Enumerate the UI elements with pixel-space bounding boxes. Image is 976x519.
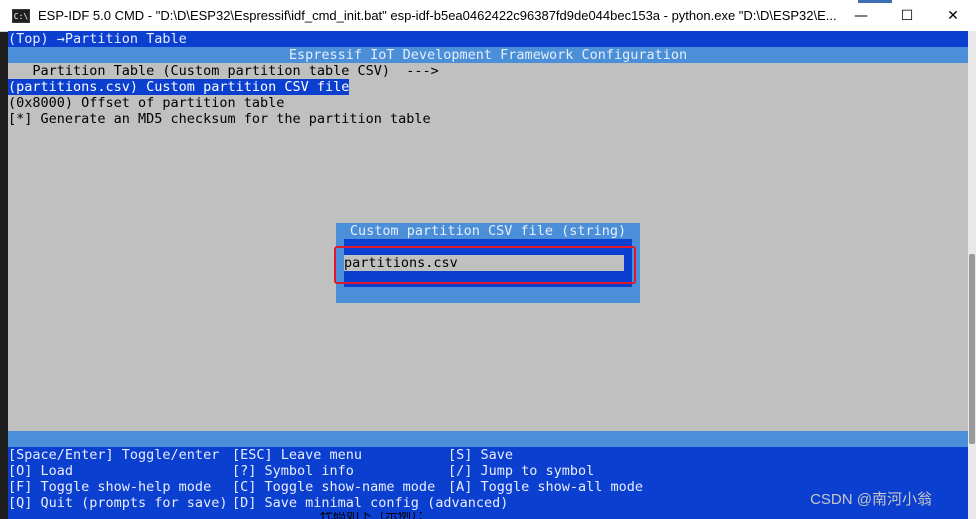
hotkey-save: [S] Save (448, 447, 514, 463)
hotkey-show-name: [C] Toggle show-name mode (232, 479, 436, 495)
page-text-below: 代码如下（示例）： (320, 512, 431, 519)
close-button[interactable]: ✕ (930, 0, 976, 31)
hotkey-save-minimal: [D] Save minimal config (advanced) (232, 495, 509, 511)
csv-filename-input[interactable] (344, 255, 624, 271)
hotkey-show-help: [F] Toggle show-help mode (8, 479, 212, 495)
maximize-button[interactable]: ☐ (884, 0, 930, 31)
menu-item-md5-checksum[interactable]: [*] Generate an MD5 checksum for the par… (8, 111, 431, 127)
string-input-dialog: Custom partition CSV file (string) (336, 223, 640, 303)
terminal[interactable]: (Top) →Partition Table Espressif IoT Dev… (8, 31, 968, 519)
window-controls: — ☐ ✕ (838, 0, 976, 31)
config-header: Espressif IoT Development Framework Conf… (8, 47, 968, 63)
menu-item-custom-csv-file[interactable]: (partitions.csv) Custom partition CSV fi… (8, 79, 350, 95)
hotkey-jump: [/] Jump to symbol (448, 463, 595, 479)
csdn-watermark: CSDN @南河小翁 (810, 491, 932, 508)
cmd-icon: C:\ (12, 8, 30, 23)
footer-separator (8, 431, 968, 447)
hotkey-load: [O] Load (8, 463, 74, 479)
hotkey-quit: [Q] Quit (prompts for save) (8, 495, 228, 511)
title-bar: C:\ ESP-IDF 5.0 CMD - "D:\D\ESP32\Espres… (0, 0, 976, 32)
hotkey-symbol-info: [?] Symbol info (232, 463, 354, 479)
menu-item-partition-table[interactable]: Partition Table (Custom partition table … (8, 63, 438, 79)
hotkey-show-all: [A] Toggle show-all mode (448, 479, 644, 495)
window-title: ESP-IDF 5.0 CMD - "D:\D\ESP32\Espressif\… (38, 8, 837, 23)
dialog-title: Custom partition CSV file (string) (349, 223, 627, 239)
scrollbar-thumb[interactable] (969, 254, 975, 444)
minimize-button[interactable]: — (838, 0, 884, 31)
breadcrumb: (Top) →Partition Table (8, 31, 968, 47)
hotkey-esc: [ESC] Leave menu (232, 447, 363, 463)
menu-item-offset[interactable]: (0x8000) Offset of partition table (8, 95, 284, 111)
hotkey-space-enter: [Space/Enter] Toggle/enter (8, 447, 220, 463)
